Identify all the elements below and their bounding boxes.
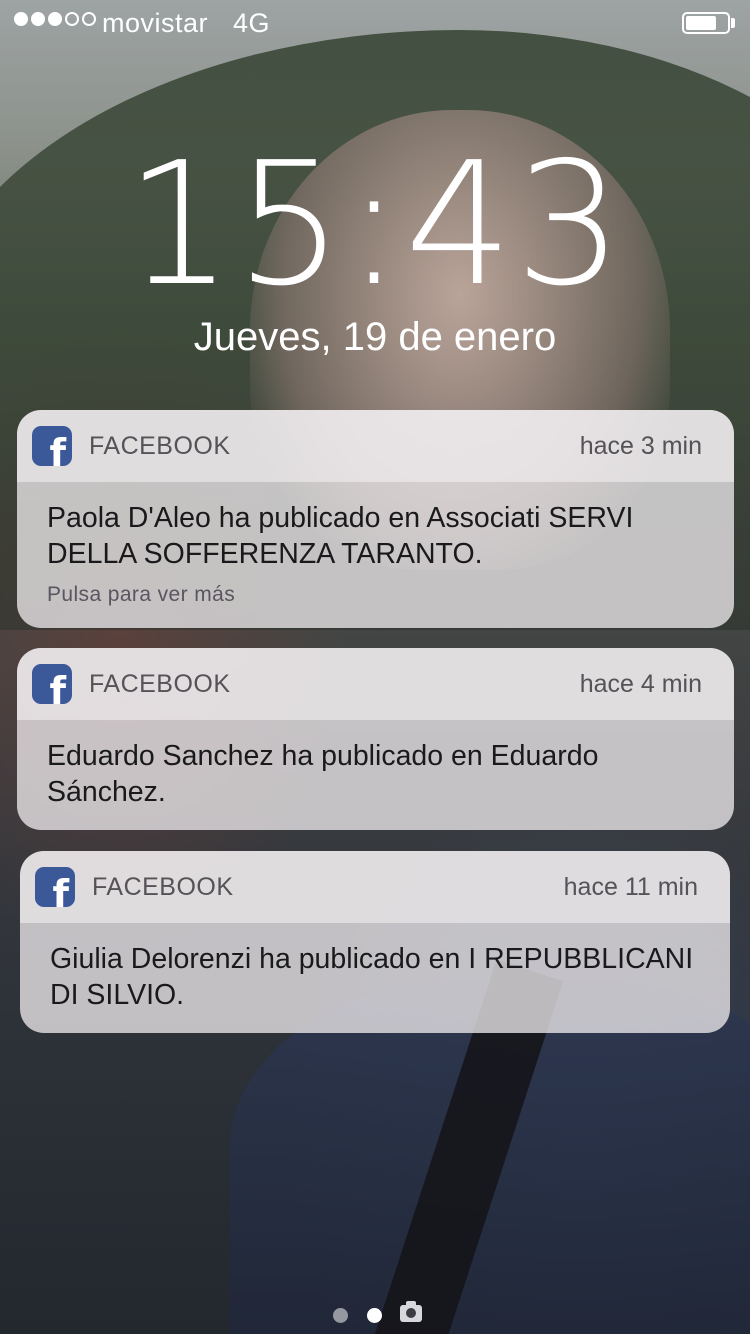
signal-dot: [31, 12, 45, 26]
battery-level: [686, 16, 716, 30]
signal-dot: [48, 12, 62, 26]
carrier-name: movistar: [102, 8, 209, 38]
battery-tip: [731, 18, 735, 28]
page-dot-2[interactable]: [367, 1308, 382, 1323]
facebook-icon: f: [32, 426, 72, 466]
notification-text: Paola D'Aleo ha publicado en Associati S…: [47, 502, 634, 570]
lock-screen-date: Jueves, 19 de enero: [193, 315, 557, 359]
notification-body: Giulia Delorenzi ha publicado en I REPUB…: [20, 923, 730, 1033]
notification-body: Eduardo Sanchez ha publicado en Eduardo …: [17, 720, 734, 830]
notification-text: Giulia Delorenzi ha publicado en I REPUB…: [50, 943, 694, 1011]
facebook-icon: f: [32, 664, 72, 704]
lock-screen-time: 15:43: [125, 126, 625, 324]
signal-strength-icon: [14, 12, 96, 32]
notification-app-name: FACEBOOK: [89, 670, 231, 698]
notification-card[interactable]: f FACEBOOK hace 3 min Paola D'Aleo ha pu…: [17, 410, 734, 628]
facebook-icon: f: [35, 867, 75, 907]
signal-dot: [82, 12, 96, 26]
signal-dot: [14, 12, 28, 26]
notification-hint: Pulsa para ver más: [47, 583, 236, 606]
page-indicator[interactable]: [0, 1301, 750, 1326]
notification-card[interactable]: f FACEBOOK hace 4 min Eduardo Sanchez ha…: [17, 648, 734, 830]
camera-icon[interactable]: [400, 1301, 422, 1322]
page-dot-1[interactable]: [333, 1308, 348, 1323]
notification-header: f FACEBOOK hace 3 min: [17, 410, 734, 482]
notification-time: hace 3 min: [579, 432, 702, 460]
notification-time: hace 11 min: [563, 873, 698, 901]
notification-app-name: FACEBOOK: [89, 432, 231, 460]
notification-card[interactable]: f FACEBOOK hace 11 min Giulia Delorenzi …: [20, 851, 730, 1033]
notification-app-name: FACEBOOK: [92, 873, 234, 901]
notification-time: hace 4 min: [579, 670, 702, 698]
notification-text: Eduardo Sanchez ha publicado en Eduardo …: [47, 740, 599, 808]
notification-header: f FACEBOOK hace 11 min: [20, 851, 730, 923]
battery-icon: [682, 12, 730, 34]
notification-body: Paola D'Aleo ha publicado en Associati S…: [17, 482, 734, 628]
status-bar: movistar 4G: [0, 0, 750, 40]
network-type: 4G: [233, 8, 271, 38]
signal-dot: [65, 12, 79, 26]
notification-header: f FACEBOOK hace 4 min: [17, 648, 734, 720]
